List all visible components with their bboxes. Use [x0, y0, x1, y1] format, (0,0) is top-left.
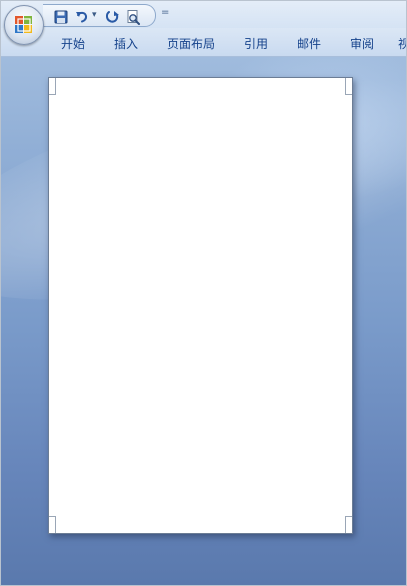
title-bar: ▾ =: [1, 1, 406, 28]
tab-insert[interactable]: 插入: [114, 35, 138, 52]
quick-access-toolbar: ▾: [43, 4, 156, 27]
print-preview-icon[interactable]: [125, 9, 141, 25]
undo-icon[interactable]: [74, 9, 90, 25]
margin-corner-bottom-left: [49, 516, 56, 533]
ribbon-tab-strip: 开始 插入 页面布局 引用 邮件 审阅 视: [1, 28, 406, 57]
document-page[interactable]: [48, 77, 353, 534]
tab-mailings[interactable]: 邮件: [297, 35, 321, 52]
word-window: ▾ = 开始 插入 页面布局 引用 邮件 审阅 视: [0, 0, 407, 586]
tab-references[interactable]: 引用: [244, 35, 268, 52]
tab-view[interactable]: 视: [398, 35, 406, 52]
office-button[interactable]: [4, 5, 44, 45]
office-logo-icon: [15, 16, 32, 33]
customize-toolbar-icon[interactable]: =: [161, 7, 169, 18]
tab-review[interactable]: 审阅: [350, 35, 374, 52]
save-icon[interactable]: [53, 9, 69, 25]
margin-corner-top-left: [49, 78, 56, 95]
tab-home[interactable]: 开始: [61, 35, 85, 52]
tab-page-layout[interactable]: 页面布局: [167, 35, 215, 52]
margin-corner-top-right: [345, 78, 352, 95]
redo-icon[interactable]: [104, 9, 120, 25]
undo-dropdown-icon[interactable]: ▾: [92, 10, 97, 20]
margin-corner-bottom-right: [345, 516, 352, 533]
